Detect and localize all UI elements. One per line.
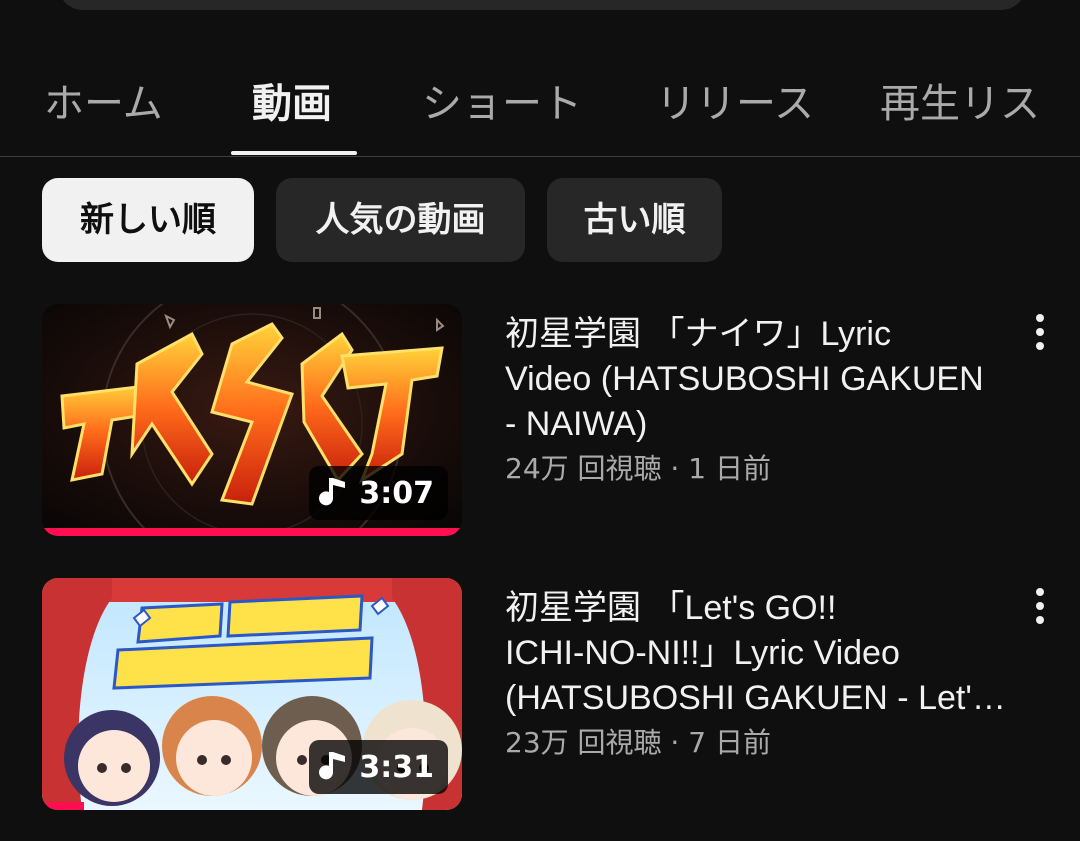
tabs-divider xyxy=(0,156,1080,157)
watch-progress-bar xyxy=(42,802,84,810)
duration-text: 3:31 xyxy=(359,749,434,785)
upload-age: 1 日前 xyxy=(688,452,771,485)
view-count: 24万 回視聴 xyxy=(505,452,662,485)
video-item[interactable]: 3:31 初星学園 「Let's GO!! ICHI-NO-NI!!」Lyric… xyxy=(0,578,1080,818)
tab-playlists[interactable]: 再生リス xyxy=(880,68,1040,140)
search-bar[interactable] xyxy=(58,0,1026,10)
video-stats: 23万 回視聴 · 7 日前 xyxy=(505,723,1015,763)
tab-home[interactable]: ホーム xyxy=(44,68,163,140)
music-note-icon xyxy=(319,752,346,780)
video-title-line: 初星学園 「Let's GO!! xyxy=(505,589,837,627)
stats-separator: · xyxy=(661,726,689,759)
channel-tabs: ホーム 動画 ショート リリース 再生リス xyxy=(0,60,1080,156)
channel-videos-screen: ホーム 動画 ショート リリース 再生リス 新しい順 人気の動画 古い順 3:0… xyxy=(0,0,1080,841)
more-options-icon[interactable] xyxy=(1026,308,1054,356)
video-title[interactable]: 初星学園 「Let's GO!! ICHI-NO-NI!!」Lyric Vide… xyxy=(505,586,1015,721)
more-options-icon[interactable] xyxy=(1026,582,1054,630)
video-meta: 初星学園 「Let's GO!! ICHI-NO-NI!!」Lyric Vide… xyxy=(505,586,1015,763)
video-title-line: Video (HATSUBOSHI GAKUEN xyxy=(505,360,984,398)
watch-progress-bar xyxy=(42,528,462,536)
stats-separator: · xyxy=(661,452,689,485)
video-item[interactable]: 3:07 初星学園 「ナイワ」Lyric Video (HATSUBOSHI G… xyxy=(0,304,1080,544)
video-title-line: 初星学園 「ナイワ」Lyric xyxy=(505,315,891,353)
video-thumbnail[interactable]: 3:31 xyxy=(42,578,462,810)
tab-videos[interactable]: 動画 xyxy=(252,68,332,140)
active-tab-indicator xyxy=(231,151,357,155)
tab-shorts[interactable]: ショート xyxy=(422,68,582,140)
duration-badge: 3:31 xyxy=(309,740,448,794)
music-note-icon xyxy=(319,478,346,506)
chip-oldest[interactable]: 古い順 xyxy=(547,178,722,262)
upload-age: 7 日前 xyxy=(688,726,771,759)
duration-badge: 3:07 xyxy=(309,466,448,520)
video-title-line: (HATSUBOSHI GAKUEN - Let'… xyxy=(505,679,1006,717)
video-thumbnail[interactable]: 3:07 xyxy=(42,304,462,536)
video-title-line: ICHI-NO-NI!!」Lyric Video xyxy=(505,634,900,672)
video-title[interactable]: 初星学園 「ナイワ」Lyric Video (HATSUBOSHI GAKUEN… xyxy=(505,312,1015,447)
duration-text: 3:07 xyxy=(359,475,434,511)
chip-popular[interactable]: 人気の動画 xyxy=(276,178,525,262)
chip-newest[interactable]: 新しい順 xyxy=(42,178,254,262)
tab-releases[interactable]: リリース xyxy=(656,68,814,140)
view-count: 23万 回視聴 xyxy=(505,726,662,759)
video-meta: 初星学園 「ナイワ」Lyric Video (HATSUBOSHI GAKUEN… xyxy=(505,312,1015,489)
video-title-line: - NAIWA) xyxy=(505,405,648,443)
video-stats: 24万 回視聴 · 1 日前 xyxy=(505,449,1015,489)
